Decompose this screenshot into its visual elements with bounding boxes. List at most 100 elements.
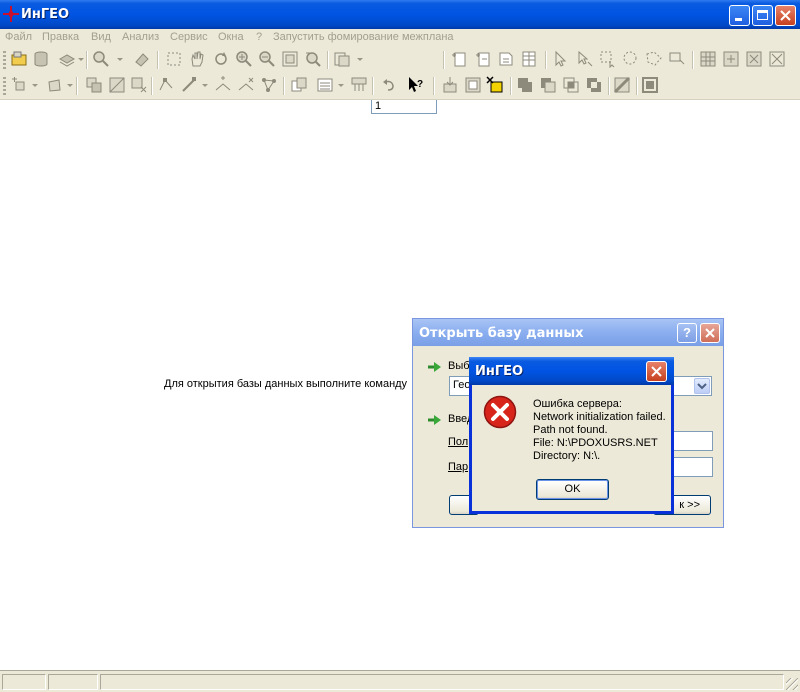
grid-icon: [699, 50, 717, 68]
close-button[interactable]: [775, 5, 796, 26]
menu-run-mezhplan[interactable]: Запустить фомирование межплана: [273, 31, 454, 43]
toolbar-main: 1: [0, 47, 800, 114]
grid-select-icon: [722, 50, 740, 68]
window-title-bar[interactable]: ИнГЕО: [0, 0, 800, 29]
chevron-down-icon[interactable]: [67, 84, 73, 87]
context-help-icon[interactable]: ?: [407, 76, 425, 94]
close-icon: [651, 366, 662, 377]
new-subobject-icon: [474, 50, 492, 68]
select-database-label: Выб: [448, 360, 470, 372]
error-message-line: Path not found.: [533, 424, 608, 436]
select-area-icon: [165, 50, 183, 68]
open-database-icon[interactable]: [10, 50, 28, 68]
frame-icon: [641, 76, 659, 94]
toolbar-separator: [86, 51, 88, 69]
union-icon: [516, 76, 534, 94]
scale-input[interactable]: 1: [371, 98, 437, 114]
zoom-out-icon: [258, 50, 276, 68]
draw-line-icon: [180, 76, 198, 94]
vertex-edit-icon: [157, 76, 175, 94]
hatch-icon: [613, 76, 631, 94]
maximize-button[interactable]: [752, 5, 773, 26]
menu-windows[interactable]: Окна: [218, 31, 244, 43]
insert-vertex-icon: [214, 76, 232, 94]
toolbar-separator: [327, 51, 329, 69]
subtract-icon: [539, 76, 557, 94]
delete-object-icon: [130, 76, 148, 94]
svg-text:?: ?: [417, 79, 423, 90]
chevron-down-icon[interactable]: [694, 378, 710, 394]
remove-selection-icon[interactable]: [486, 76, 504, 94]
import-icon: [441, 76, 459, 94]
status-pane: [100, 674, 784, 690]
add-point-icon: [10, 76, 28, 94]
list-icon: [316, 76, 334, 94]
new-object-icon: [450, 50, 468, 68]
export-icon: [464, 76, 482, 94]
toolbar-grip[interactable]: [3, 77, 6, 95]
toolbar-grip[interactable]: [3, 51, 6, 69]
copy-style-icon: [290, 76, 308, 94]
menu-file[interactable]: Файл: [5, 31, 32, 43]
status-pane: [48, 674, 98, 690]
chevron-down-icon[interactable]: [202, 84, 208, 87]
menu-edit[interactable]: Правка: [42, 31, 79, 43]
intersect-icon: [562, 76, 580, 94]
toolbar-bottom-border: [0, 99, 800, 100]
database-icon: [32, 50, 50, 68]
workspace-hint: Для открытия базы данных выполните коман…: [164, 378, 408, 390]
close-icon: [705, 328, 715, 338]
error-message-line: Ошибка сервера:: [533, 398, 622, 410]
menu-view[interactable]: Вид: [91, 31, 111, 43]
minimize-button[interactable]: [729, 5, 750, 26]
green-arrow-icon: [428, 362, 441, 372]
chevron-down-icon[interactable]: [78, 58, 84, 61]
toolbar-separator: [692, 51, 694, 69]
zoom-extent-icon: [281, 50, 299, 68]
ok-button[interactable]: OK: [536, 479, 609, 500]
zoom-icon: [92, 50, 110, 68]
toolbar-separator: [76, 77, 78, 95]
ingeo-app-icon: [3, 6, 19, 22]
chevron-down-icon[interactable]: [32, 84, 38, 87]
user-label: Пол: [448, 436, 469, 448]
edit-object-icon: [497, 50, 515, 68]
toolbar-separator: [545, 51, 547, 69]
add-contour-icon: [45, 76, 63, 94]
toolbar-separator: [372, 77, 374, 95]
chevron-down-icon[interactable]: [117, 58, 123, 61]
zoom-in-icon: [235, 50, 253, 68]
error-dialog: ИнГЕО Ошибка сервера: Network initializa…: [469, 357, 674, 514]
toolbar-separator: [157, 51, 159, 69]
open-database-dialog-title-bar[interactable]: Открыть базу данных ?: [413, 319, 723, 346]
chevron-down-icon[interactable]: [357, 58, 363, 61]
table-icon: [520, 50, 538, 68]
chevron-down-icon[interactable]: [338, 84, 344, 87]
pointer-edit-icon: [576, 50, 594, 68]
error-message-line: File: N:\PDOXUSRS.NET: [533, 437, 658, 449]
dialog-close-button[interactable]: [700, 323, 720, 343]
dialog-help-button[interactable]: ?: [677, 323, 697, 343]
select-circle-icon: [622, 50, 640, 68]
error-message-line: Directory: N:\.: [533, 450, 601, 462]
menu-bar: Файл Правка Вид Анализ Сервис Окна ? Зап…: [0, 29, 800, 47]
error-dialog-title-bar[interactable]: ИнГЕО: [469, 357, 674, 385]
pointer-icon: [552, 50, 570, 68]
maximize-icon: [757, 10, 768, 20]
rotate-view-icon: [212, 50, 230, 68]
minimize-icon: [735, 18, 742, 21]
select-polygon-icon: [645, 50, 663, 68]
network-icon: [260, 76, 278, 94]
status-bar: [0, 670, 800, 692]
menu-help[interactable]: ?: [256, 31, 262, 43]
split-icon: [108, 76, 126, 94]
green-arrow-icon: [428, 415, 441, 425]
menu-analysis[interactable]: Анализ: [122, 31, 159, 43]
pan-hand-icon: [188, 50, 206, 68]
zoom-previous-icon: [304, 50, 322, 68]
menu-service[interactable]: Сервис: [170, 31, 208, 43]
error-dialog-close-button[interactable]: [646, 361, 667, 382]
layers-icon: [58, 50, 76, 68]
status-pane: [2, 674, 46, 690]
resize-grip-icon[interactable]: [786, 678, 798, 690]
